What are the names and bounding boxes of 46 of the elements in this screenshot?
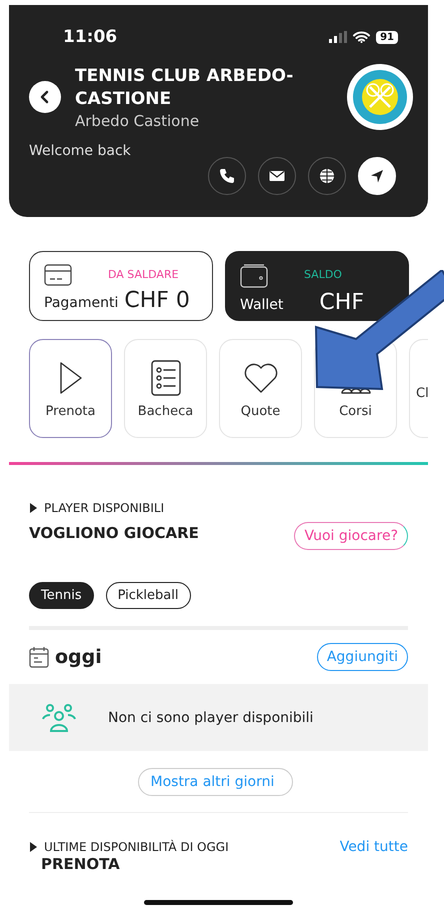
- sport-chip[interactable]: Pickleball: [106, 582, 190, 609]
- shortcut-tile[interactable]: Quote: [219, 339, 302, 438]
- welcome-text: Welcome back: [29, 143, 131, 159]
- balance-amount: CHF 0: [124, 288, 190, 313]
- balance-label: DA SALDARE: [108, 268, 179, 281]
- caret-right-icon: [29, 503, 37, 513]
- calendar-icon: [29, 646, 49, 668]
- signal-icon: [329, 31, 348, 43]
- caret-right-icon: [29, 842, 37, 852]
- section-title: VOGLIONO GIOCARE: [29, 524, 199, 542]
- balance-label: SALDO: [304, 268, 342, 281]
- contact-button[interactable]: [208, 157, 246, 195]
- club-location: Arbedo Castione: [75, 112, 200, 130]
- section-heading: PLAYER DISPONIBILI: [44, 501, 164, 515]
- contact-button[interactable]: [308, 157, 346, 195]
- day-title: oggi: [55, 646, 102, 668]
- card-title: Pagamenti: [44, 295, 118, 311]
- shortcut-label: Quote: [240, 404, 280, 419]
- phone-icon: [218, 167, 236, 185]
- wallet-card[interactable]: SALDO Wallet CHF: [225, 251, 409, 321]
- contact-button[interactable]: [258, 157, 296, 195]
- club-name: TENNIS CLUB ARBEDO-CASTIONE: [75, 64, 294, 110]
- wifi-icon: [353, 31, 370, 43]
- shortcut-tile[interactable]: Prenota: [29, 339, 112, 438]
- people-icon: [42, 704, 76, 732]
- card-title: Wallet: [240, 297, 284, 313]
- empty-message: Non ci sono player disponibili: [108, 710, 314, 726]
- shortcut-label: Prenota: [46, 404, 96, 419]
- credit-card-icon: [44, 264, 72, 286]
- sport-chip[interactable]: Tennis: [29, 582, 94, 609]
- shortcut-tile[interactable]: Cl: [409, 339, 428, 438]
- club-logo: [346, 63, 414, 131]
- wallet-icon: [240, 264, 268, 288]
- payments-card[interactable]: DA SALDARE Pagamenti CHF 0: [29, 251, 213, 321]
- chevron-left-icon: [40, 90, 50, 104]
- globe-icon: [318, 167, 336, 185]
- back-button[interactable]: [29, 81, 61, 113]
- balance-amount: CHF: [319, 290, 364, 315]
- battery-indicator: 91: [376, 30, 398, 44]
- shortcut-label: Bacheca: [138, 404, 194, 419]
- shortcut-label: Cl: [416, 386, 428, 401]
- status-time: 11:06: [63, 27, 118, 47]
- shortcut-label: Corsi: [339, 404, 372, 419]
- section-heading: ULTIME DISPONIBILITÀ DI OGGI: [44, 840, 229, 854]
- shortcut-tile[interactable]: Bacheca: [124, 339, 207, 438]
- section-title: PRENOTA: [41, 855, 121, 873]
